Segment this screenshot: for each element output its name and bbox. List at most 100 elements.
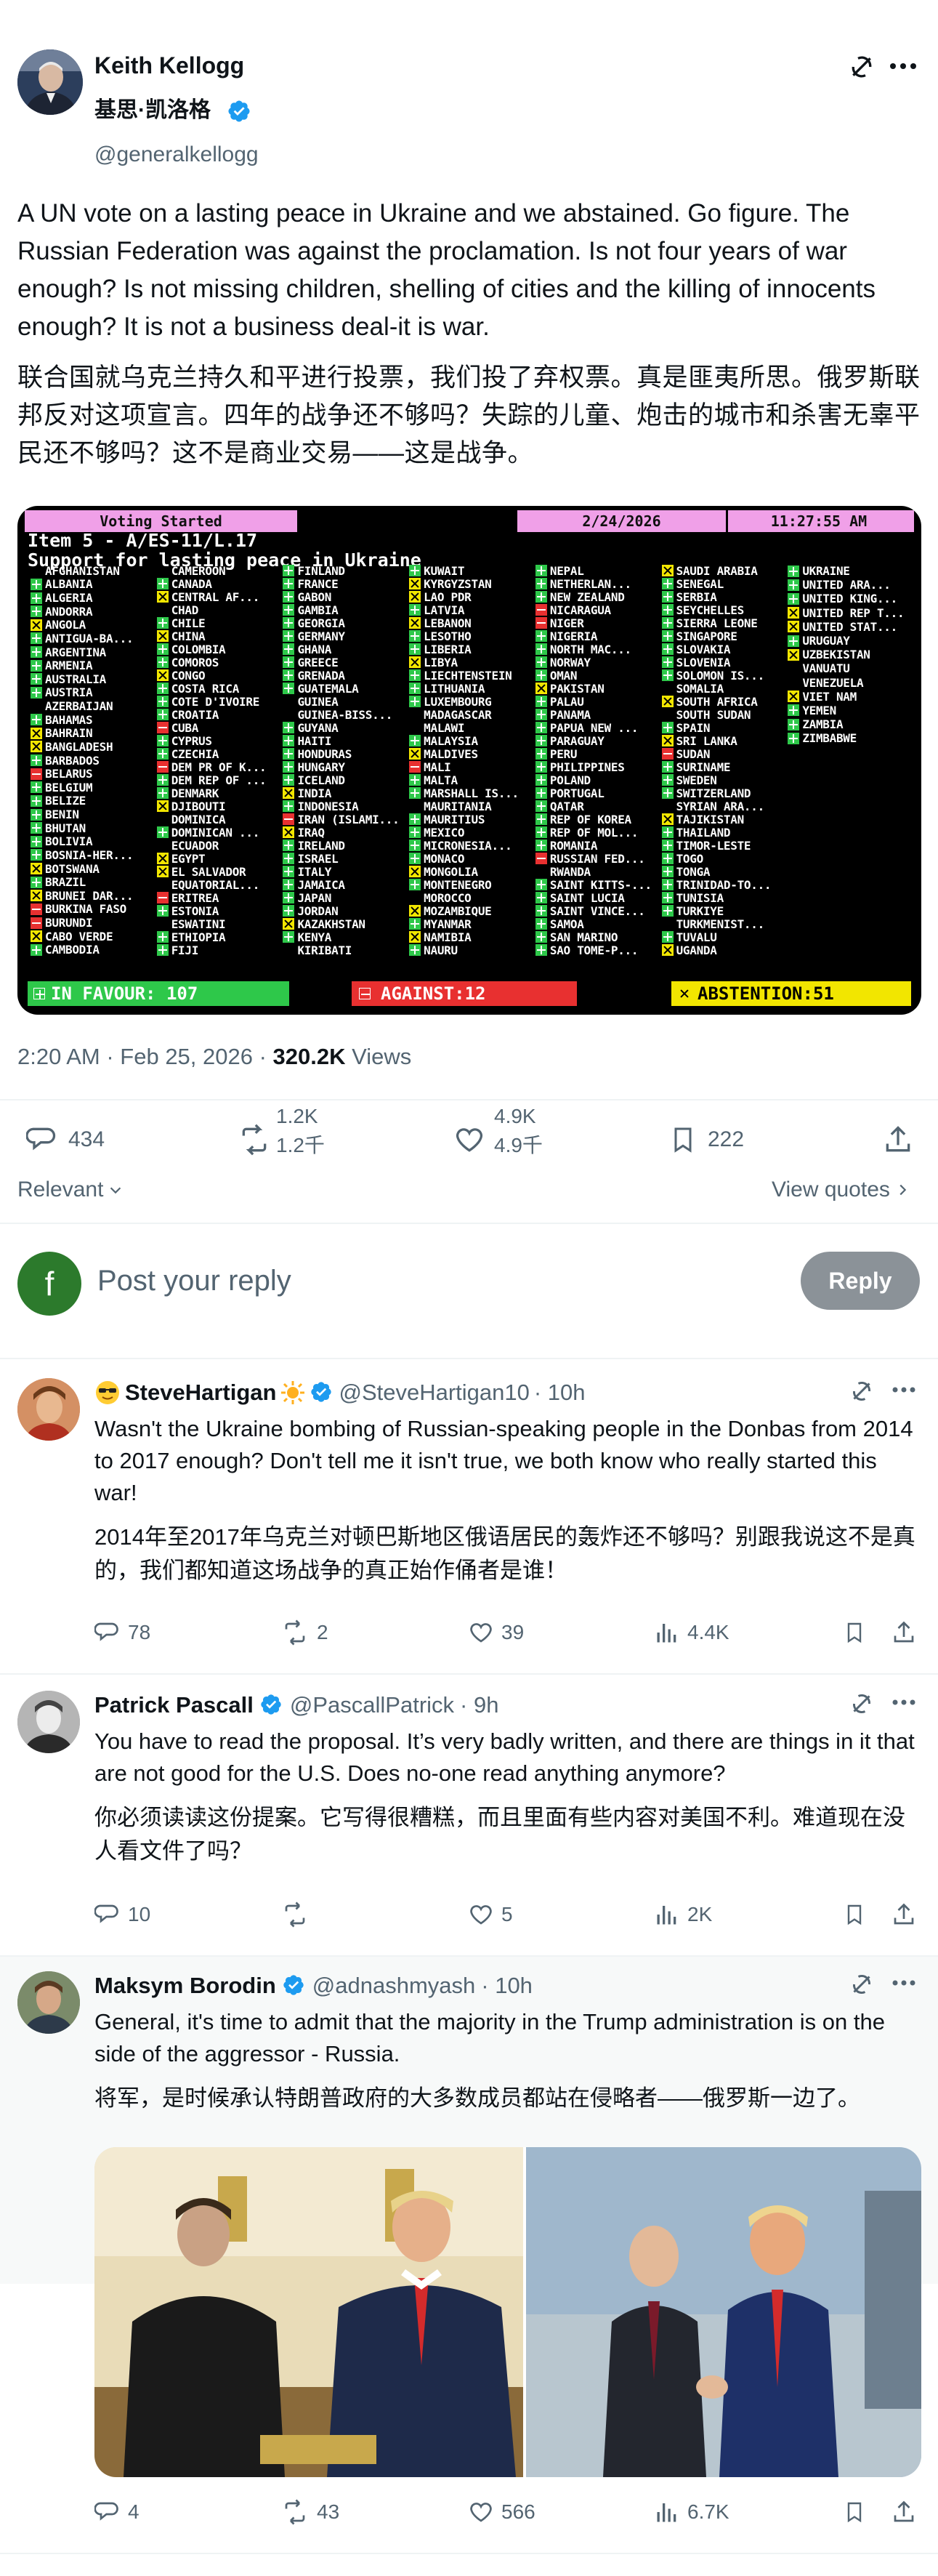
- country-name: ARGENTINA: [45, 645, 106, 659]
- author-avatar[interactable]: [17, 49, 83, 115]
- reply-time[interactable]: · 9h: [460, 1692, 498, 1718]
- repost-button[interactable]: [237, 1124, 272, 1156]
- reply-button[interactable]: 78: [94, 1619, 150, 1646]
- views-button[interactable]: 6.7K: [654, 2499, 729, 2525]
- repost-button[interactable]: 2: [280, 1619, 328, 1646]
- like-count: 39: [501, 1621, 525, 1643]
- cool-emoji-icon: [94, 1380, 121, 1406]
- country-name: SYRIAN ARA...: [676, 800, 765, 813]
- reply-author-name[interactable]: Patrick Pascall: [94, 1692, 254, 1718]
- vote-entry: URUGUAY: [788, 634, 914, 648]
- vote-marker-icon: [788, 621, 800, 633]
- vote-column: KUWAIT KYRGYZSTAN LAO PDR LATVIA LEBANON LESO…: [409, 564, 535, 957]
- bookmark-button[interactable]: 222: [668, 1124, 744, 1156]
- author-name[interactable]: Keith Kellogg: [94, 52, 244, 79]
- like-button[interactable]: 566: [468, 2499, 535, 2525]
- reply-author-name[interactable]: Maksym Borodin: [94, 1973, 276, 1999]
- country-name: SOUTH AFRICA: [676, 695, 758, 708]
- country-name: VENEZUELA: [802, 675, 864, 690]
- vote-entry: UNITED STAT...: [788, 620, 914, 634]
- grok-icon[interactable]: [849, 1971, 875, 1997]
- author-handle[interactable]: @generalkellogg: [94, 142, 259, 167]
- post-timestamp[interactable]: 2:20 AM · Feb 25, 2026 ·: [17, 1044, 273, 1069]
- repost-button[interactable]: 43: [280, 2499, 339, 2525]
- vote-marker-icon: [283, 604, 295, 616]
- reply-photo-grid[interactable]: [94, 2147, 921, 2477]
- country-name: GUINEA: [297, 695, 339, 708]
- vote-entry: EQUATORIAL...: [157, 878, 283, 891]
- reply-author-name[interactable]: SteveHartigan: [125, 1380, 276, 1406]
- share-button[interactable]: [891, 1901, 917, 1928]
- vote-entry: ZAMBIA: [788, 717, 914, 731]
- more-options-icon[interactable]: [891, 1385, 917, 1394]
- reply-time[interactable]: · 10h: [481, 1973, 533, 1999]
- country-name: LESOTHO: [424, 629, 472, 643]
- vote-entry: ANTIGUA-BA...: [31, 632, 157, 645]
- country-name: INDIA: [297, 786, 332, 800]
- vote-marker-icon: [535, 565, 547, 576]
- more-options-icon[interactable]: [888, 61, 918, 71]
- like-button[interactable]: 39: [468, 1619, 524, 1646]
- country-name: DENMARK: [171, 786, 219, 800]
- reply-author-handle[interactable]: @PascallPatrick: [290, 1692, 454, 1718]
- vote-marker-icon: [662, 918, 674, 930]
- country-name: ANGOLA: [45, 618, 86, 632]
- country-name: BENIN: [45, 808, 79, 821]
- country-name: FINLAND: [297, 564, 345, 577]
- vote-marker-icon: [535, 879, 547, 890]
- vote-entry: LITHUANIA: [409, 682, 535, 695]
- compose-avatar[interactable]: f: [17, 1252, 81, 1316]
- more-options-icon[interactable]: [891, 1979, 917, 1987]
- grok-icon[interactable]: [849, 1378, 875, 1404]
- vote-entry: ZIMBABWE: [788, 731, 914, 745]
- reply-input[interactable]: Post your reply: [97, 1265, 291, 1297]
- reply-header: Maksym Borodin @adnashmyash · 10h: [94, 1973, 533, 1999]
- bookmark-button[interactable]: [843, 2499, 866, 2525]
- views-button[interactable]: 2K: [654, 1901, 712, 1928]
- vote-column: FINLAND FRANCE GABON GAMBIA GEORGIA GERMANY GH…: [283, 564, 409, 957]
- country-name: MONACO: [424, 852, 465, 865]
- like-count: 4.9K: [494, 1105, 536, 1127]
- vote-marker-icon: [283, 630, 295, 642]
- reply-button[interactable]: 10: [94, 1901, 150, 1928]
- more-options-icon[interactable]: [891, 1698, 917, 1707]
- vote-marker-icon: [156, 931, 169, 943]
- sort-dropdown[interactable]: Relevant: [17, 1178, 124, 1202]
- like-button[interactable]: [453, 1124, 485, 1156]
- reply-button[interactable]: 4: [94, 2499, 140, 2525]
- reply-submit-button[interactable]: Reply: [801, 1252, 920, 1310]
- vote-marker-icon: [283, 617, 295, 629]
- vote-entry: KUWAIT: [409, 564, 535, 577]
- grok-icon[interactable]: [849, 1691, 875, 1717]
- reply-button[interactable]: 434: [26, 1124, 105, 1156]
- reply-avatar[interactable]: [17, 1378, 80, 1441]
- bookmark-button[interactable]: [843, 1901, 866, 1928]
- country-name: NEPAL: [549, 564, 584, 577]
- repost-icon: [285, 1901, 305, 1928]
- vote-entry: ERITREA: [156, 891, 283, 904]
- view-quotes-link[interactable]: View quotes: [772, 1178, 910, 1202]
- reply-author-handle[interactable]: @SteveHartigan10: [339, 1380, 529, 1406]
- vote-marker-icon: [157, 918, 169, 930]
- vote-marker-icon: [409, 787, 421, 799]
- board-date: 2/24/2026: [517, 510, 728, 532]
- like-button[interactable]: 5: [468, 1901, 513, 1928]
- views-count: 320.2K: [272, 1044, 346, 1069]
- bookmark-button[interactable]: [843, 1619, 866, 1646]
- grok-icon[interactable]: [847, 52, 876, 81]
- vote-entry: KYRGYZSTAN: [409, 577, 535, 590]
- share-button[interactable]: [891, 1619, 917, 1646]
- share-button[interactable]: [882, 1124, 914, 1156]
- reply-avatar[interactable]: [17, 1971, 80, 2034]
- vote-marker-icon: [661, 840, 674, 851]
- vote-marker-icon: [31, 754, 42, 767]
- reply-avatar[interactable]: [17, 1691, 80, 1753]
- reply-time[interactable]: · 10h: [534, 1380, 586, 1406]
- country-name: CABO VERDE: [45, 929, 113, 943]
- share-button[interactable]: [891, 2499, 917, 2525]
- views-button[interactable]: 4.4K: [654, 1619, 729, 1646]
- repost-button[interactable]: [280, 1901, 317, 1928]
- country-name: PANAMA: [549, 708, 591, 721]
- post-image-vote-board[interactable]: Voting Started 2/24/2026 11:27:55 AM Ite…: [17, 506, 921, 1015]
- reply-author-handle[interactable]: @adnashmyash: [312, 1973, 475, 1999]
